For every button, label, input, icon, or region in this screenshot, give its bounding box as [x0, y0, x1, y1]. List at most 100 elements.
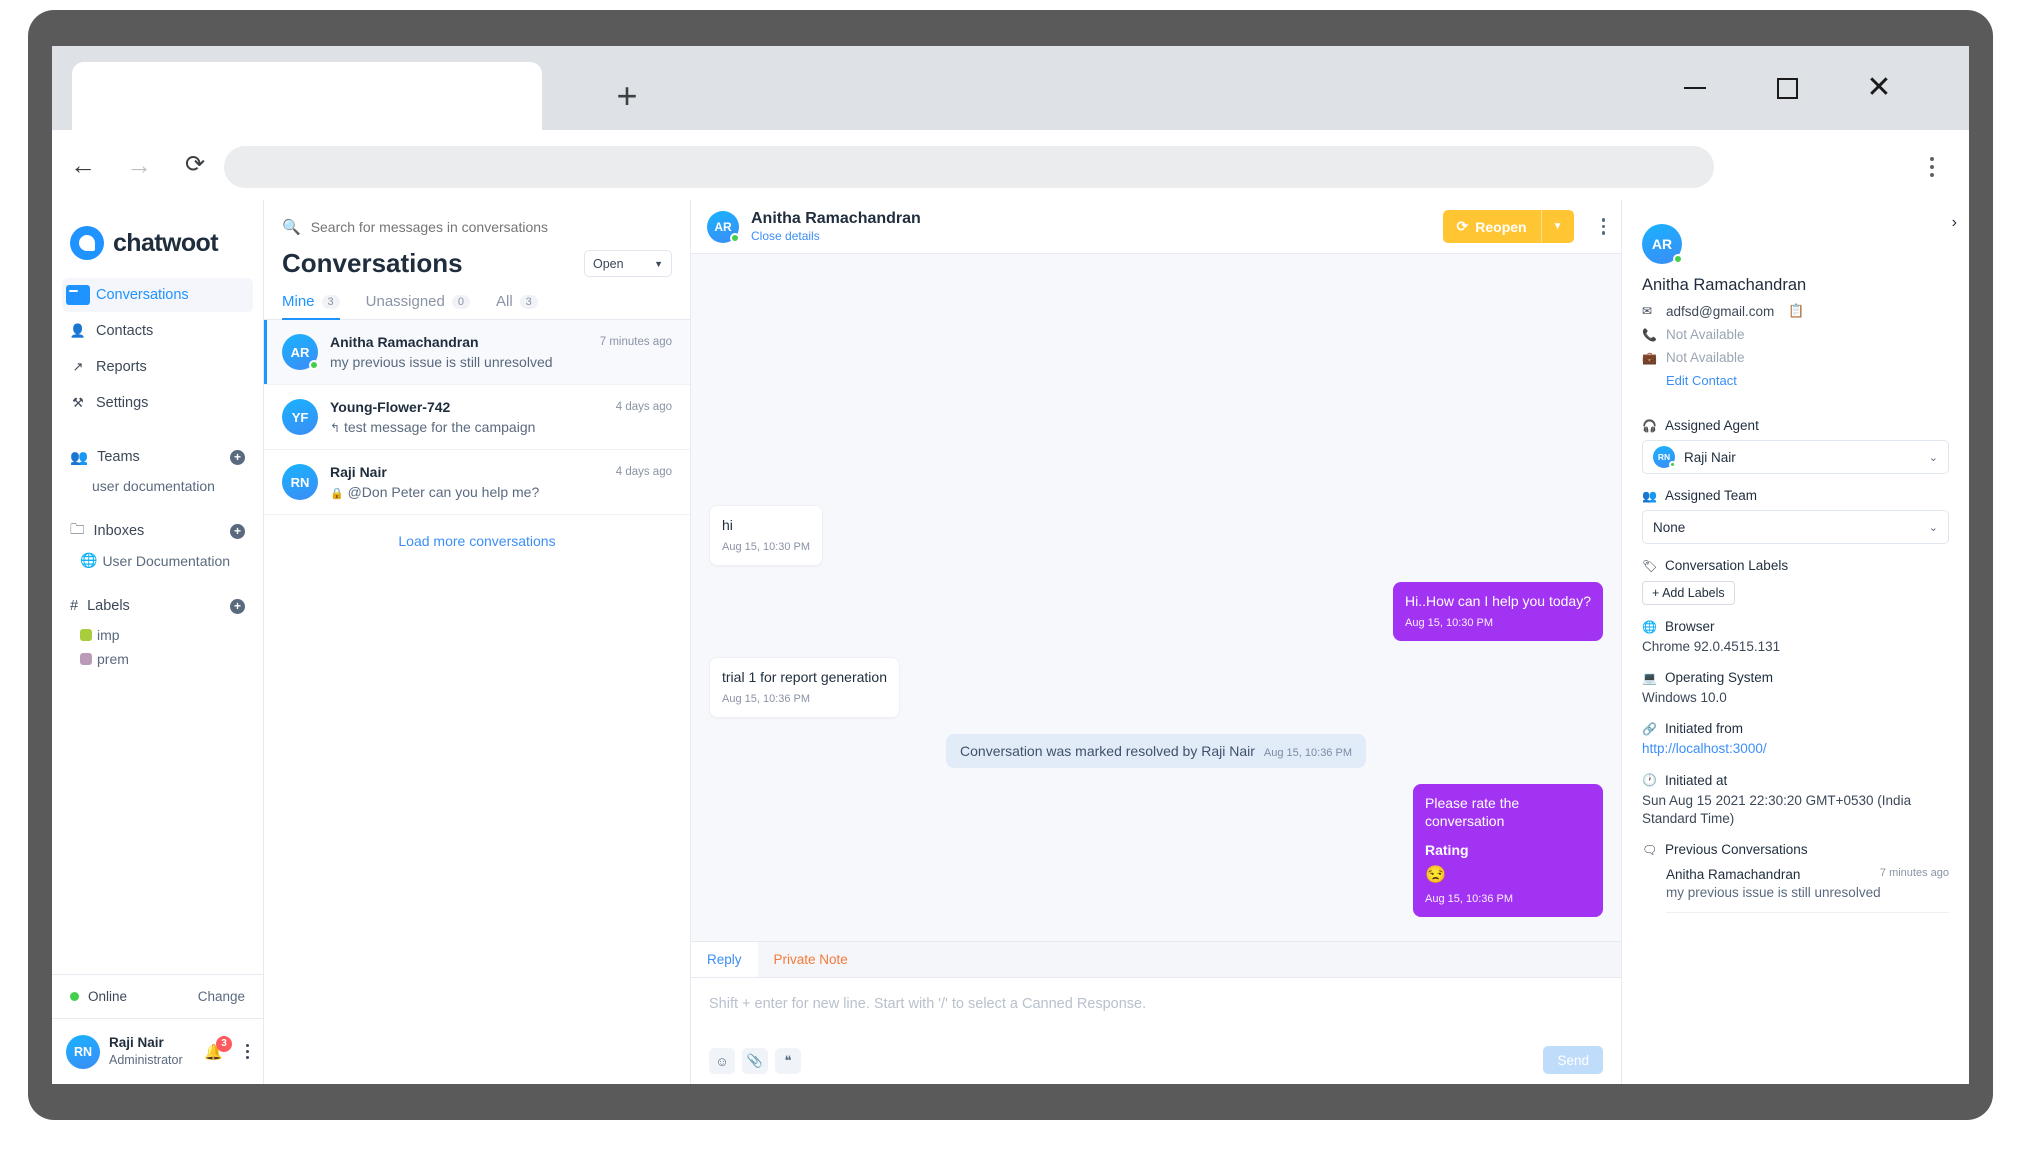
- message-bubble-outgoing: Hi..How can I help you today? Aug 15, 10…: [1393, 582, 1603, 641]
- previous-conversation-item[interactable]: Anitha Ramachandran 7 minutes ago my pre…: [1642, 867, 1949, 913]
- lock-icon: 🔒: [330, 488, 344, 500]
- inbox-item[interactable]: 🌐 User Documentation: [70, 544, 245, 569]
- new-tab-button[interactable]: +: [607, 76, 647, 116]
- edit-contact-link[interactable]: Edit Contact: [1666, 373, 1949, 388]
- add-label-button[interactable]: +: [230, 599, 245, 614]
- previous-conversations-label: Previous Conversations: [1665, 842, 1808, 857]
- conversation-preview: 🔒 @Don Peter can you help me?: [330, 484, 604, 500]
- add-inbox-button[interactable]: +: [230, 524, 245, 539]
- conversation-list-panel: 🔍 Conversations Open ▼ Mine 3: [264, 200, 691, 1084]
- back-icon[interactable]: ←: [62, 144, 104, 186]
- quote-icon[interactable]: ❝: [775, 1048, 801, 1074]
- reopen-button[interactable]: ⟳ Reopen ▼: [1443, 210, 1574, 243]
- conversation-view: AR Anitha Ramachandran Close details ⟳ R…: [691, 200, 1621, 1084]
- address-bar[interactable]: [224, 146, 1714, 188]
- avatar: AR: [707, 211, 739, 243]
- reopen-button-label: Reopen: [1475, 219, 1526, 235]
- browser-label: Browser: [1665, 619, 1715, 634]
- status-filter-dropdown[interactable]: Open ▼: [584, 250, 672, 277]
- tab-unassigned[interactable]: Unassigned 0: [366, 293, 470, 319]
- message-timestamp: Aug 15, 10:30 PM: [722, 540, 810, 555]
- tab-mine[interactable]: Mine 3: [282, 293, 340, 319]
- browser-value: Chrome 92.0.4515.131: [1642, 638, 1949, 656]
- headset-icon: 🎧: [1642, 419, 1656, 433]
- close-details-link[interactable]: Close details: [751, 229, 921, 245]
- sidebar-nav: Conversations 👤 Contacts ↗ Reports ⚒ Set…: [52, 278, 263, 420]
- avatar-initials: AR: [291, 345, 310, 360]
- tab-private-note[interactable]: Private Note: [758, 942, 864, 977]
- conversation-item-body: Anitha Ramachandran my previous issue is…: [330, 334, 588, 370]
- teams-section: 👥 Teams + user documentation: [52, 444, 263, 494]
- message-row: hi Aug 15, 10:30 PM: [709, 505, 1603, 566]
- message-timestamp: Aug 15, 10:36 PM: [1425, 892, 1591, 907]
- avatar: YF: [282, 399, 318, 435]
- team-item[interactable]: user documentation: [70, 470, 245, 494]
- chevron-down-icon: ⌄: [1929, 521, 1938, 534]
- tag-icon: 🏷: [1642, 559, 1656, 573]
- add-team-button[interactable]: +: [230, 450, 245, 465]
- conversation-labels-label: Conversation Labels: [1665, 558, 1788, 573]
- conversation-list-item[interactable]: RN Raji Nair 🔒 @Don Peter can you help m…: [264, 450, 690, 515]
- sidebar-item-settings[interactable]: ⚒ Settings: [62, 386, 253, 420]
- sidebar-item-reports[interactable]: ↗ Reports: [62, 350, 253, 384]
- browser-menu-icon[interactable]: [1917, 148, 1947, 186]
- forward-icon[interactable]: →: [118, 144, 160, 186]
- message-text: Please rate the conversation: [1425, 794, 1591, 832]
- conversation-header: AR Anitha Ramachandran Close details ⟳ R…: [691, 200, 1621, 254]
- conversation-list-item[interactable]: YF Young-Flower-742 ↰ test message for t…: [264, 385, 690, 450]
- person-icon: 👤: [70, 323, 86, 339]
- activity-message: Conversation was marked resolved by Raji…: [946, 734, 1366, 768]
- initiated-from-label: Initiated from: [1665, 721, 1743, 736]
- online-status-dot: [70, 992, 79, 1001]
- contact-phone-row: 📞 Not Available: [1642, 327, 1949, 342]
- add-labels-button[interactable]: + Add Labels: [1642, 581, 1735, 605]
- attachment-icon[interactable]: 📎: [742, 1048, 768, 1074]
- sidebar-item-contacts[interactable]: 👤 Contacts: [62, 314, 253, 348]
- refresh-icon: ⟳: [1457, 218, 1469, 235]
- emoji-icon[interactable]: ☺: [709, 1048, 735, 1074]
- people-icon: 👥: [1642, 489, 1656, 503]
- sidebar-item-conversations[interactable]: Conversations: [62, 278, 253, 312]
- send-button[interactable]: Send: [1543, 1046, 1603, 1074]
- user-menu-icon[interactable]: [246, 1044, 249, 1059]
- assigned-agent-select[interactable]: RN Raji Nair ⌄: [1642, 440, 1949, 474]
- tab-all[interactable]: All 3: [496, 293, 538, 319]
- chevron-down-icon[interactable]: ▼: [1542, 221, 1574, 232]
- notifications-bell-icon[interactable]: 🔔 3: [204, 1043, 223, 1061]
- conversation-list-header: Conversations Open ▼: [264, 236, 690, 279]
- search-input[interactable]: [311, 219, 651, 235]
- window-close-button[interactable]: ✕: [1833, 46, 1925, 130]
- avatar: AR: [1642, 224, 1682, 264]
- assigned-agent-label-row: 🎧 Assigned Agent: [1642, 418, 1949, 433]
- change-status-button[interactable]: Change: [198, 989, 245, 1004]
- tab-reply[interactable]: Reply: [691, 942, 758, 977]
- laptop-icon: 💻: [1642, 671, 1656, 685]
- conversation-contact-name: Anitha Ramachandran: [330, 334, 588, 350]
- assigned-team-select[interactable]: None ⌄: [1642, 510, 1949, 544]
- label-item-imp[interactable]: imp: [70, 619, 245, 643]
- primary-sidebar: chatwoot Conversations 👤 Contacts ↗ Repo…: [52, 200, 264, 1084]
- os-value: Windows 10.0: [1642, 689, 1949, 707]
- conversation-menu-icon[interactable]: [1602, 218, 1606, 235]
- window-maximize-button[interactable]: [1741, 46, 1833, 130]
- avatar-initials: RN: [74, 1045, 92, 1059]
- label-item-prem[interactable]: prem: [70, 643, 245, 667]
- current-user-row[interactable]: RN Raji Nair Administrator 🔔 3: [52, 1018, 263, 1084]
- device-frame: + ✕ ← → ⟳ chatwoot: [0, 0, 2021, 1154]
- initiated-from-value[interactable]: http://localhost:3000/: [1642, 740, 1949, 758]
- reload-icon[interactable]: ⟳: [174, 144, 216, 186]
- message-timestamp: Aug 15, 10:30 PM: [1405, 616, 1591, 631]
- inbox-item-label: User Documentation: [102, 553, 230, 569]
- chevron-right-icon[interactable]: ›: [1952, 214, 1957, 232]
- browser-tab[interactable]: [72, 62, 542, 130]
- chatwoot-logo[interactable]: chatwoot: [52, 200, 263, 260]
- copy-icon[interactable]: 📋: [1788, 303, 1804, 319]
- labels-header: # Labels +: [70, 593, 245, 619]
- message-row: trial 1 for report generation Aug 15, 10…: [709, 657, 1603, 718]
- assigned-agent-label: Assigned Agent: [1665, 418, 1759, 433]
- window-minimize-button[interactable]: [1649, 46, 1741, 130]
- browser-icon: 🌐: [1642, 620, 1656, 634]
- composer-body[interactable]: Shift + enter for new line. Start with '…: [691, 978, 1621, 1084]
- load-more-conversations-button[interactable]: Load more conversations: [264, 515, 690, 567]
- conversation-list-item[interactable]: AR Anitha Ramachandran my previous issue…: [264, 320, 690, 385]
